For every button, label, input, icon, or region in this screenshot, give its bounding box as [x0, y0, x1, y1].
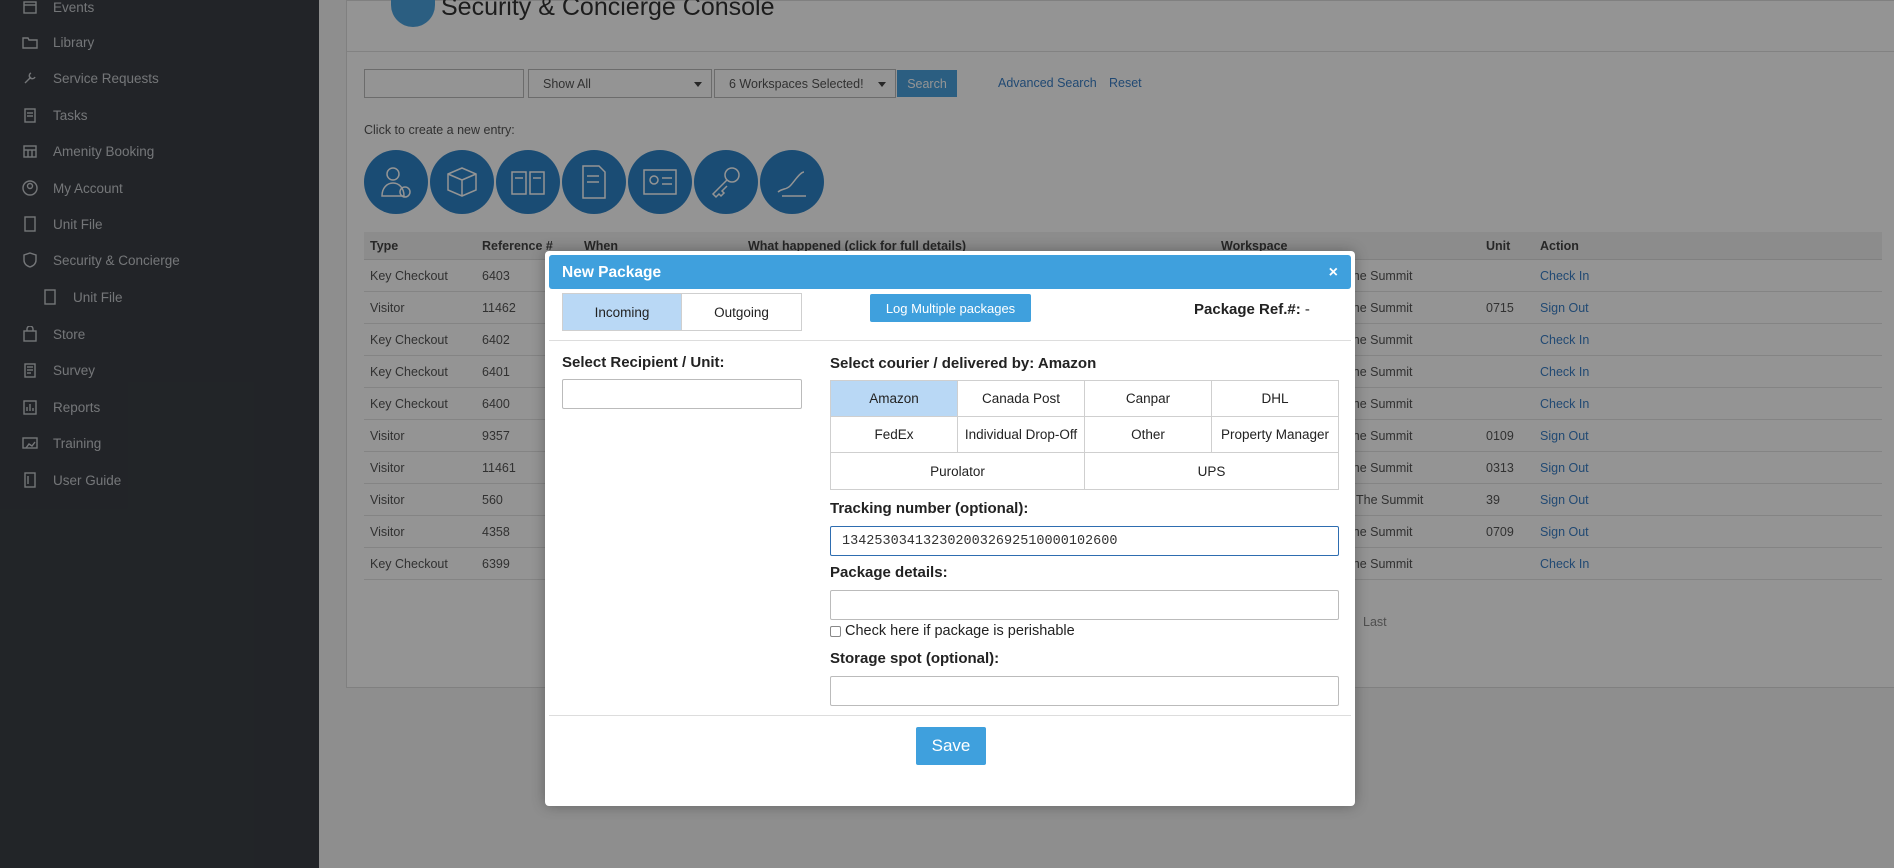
tracking-label: Tracking number (optional): [830, 500, 1029, 517]
save-button[interactable]: Save [916, 727, 986, 765]
modal-footer-divider [549, 715, 1351, 716]
courier-option-canpar[interactable]: Canpar [1085, 381, 1212, 417]
perishable-label[interactable]: Check here if package is perishable [845, 623, 1075, 639]
log-multiple-packages-button[interactable]: Log Multiple packages [870, 294, 1031, 322]
modal-header: New Package × [549, 255, 1351, 289]
courier-option-ups[interactable]: UPS [1085, 453, 1338, 489]
recipient-label: Select Recipient / Unit: [562, 354, 725, 371]
tracking-number-input[interactable]: 134253034132302003269251000010260​0 [830, 526, 1339, 556]
courier-selected-value: Amazon [1037, 355, 1097, 372]
courier-option-property-manager[interactable]: Property Manager [1212, 417, 1338, 453]
courier-option-amazon[interactable]: Amazon [831, 381, 958, 417]
close-icon[interactable]: × [1329, 264, 1338, 282]
modal-title: New Package [562, 264, 662, 281]
storage-label: Storage spot (optional): [830, 650, 1000, 667]
courier-option-purolator[interactable]: Purolator [831, 453, 1085, 489]
tab-outgoing[interactable]: Outgoing [681, 293, 802, 331]
package-details-input[interactable] [830, 590, 1339, 620]
courier-option-other[interactable]: Other [1085, 417, 1212, 453]
recipient-input[interactable] [562, 379, 802, 409]
courier-option-dhl[interactable]: DHL [1212, 381, 1338, 417]
courier-label: Select courier / delivered by: Amazon [830, 355, 1096, 372]
package-details-label: Package details: [830, 564, 948, 581]
package-ref: Package Ref.#: - [1194, 301, 1310, 318]
storage-spot-input[interactable] [830, 676, 1339, 706]
perishable-checkbox[interactable] [830, 626, 841, 637]
tab-incoming[interactable]: Incoming [562, 293, 682, 331]
courier-label-text: Select courier / delivered by: [830, 355, 1035, 372]
modal-divider [549, 340, 1351, 341]
courier-option-individual-drop-off[interactable]: Individual Drop-Off [958, 417, 1085, 453]
courier-selector: Amazon Canada Post Canpar DHL FedEx Indi… [830, 380, 1339, 490]
package-ref-value: - [1304, 301, 1310, 318]
package-ref-label: Package Ref.#: [1194, 301, 1301, 318]
courier-option-canada-post[interactable]: Canada Post [958, 381, 1085, 417]
new-package-modal: New Package × Incoming Outgoing Log Mult… [545, 251, 1355, 806]
courier-option-fedex[interactable]: FedEx [831, 417, 958, 453]
